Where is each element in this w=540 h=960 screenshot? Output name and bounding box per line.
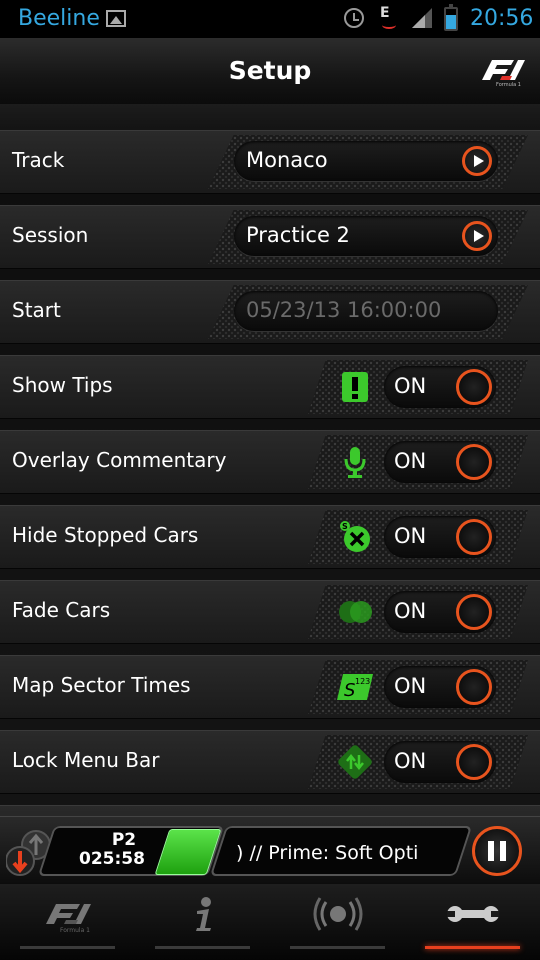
alarm-icon <box>344 8 364 28</box>
map-sector-times-knob[interactable] <box>456 669 492 705</box>
overlay-commentary-row[interactable]: Overlay Commentary ON <box>0 430 540 494</box>
fade-cars-row[interactable]: Fade Cars ON <box>0 580 540 644</box>
race-bar: P2 025:58 ) // Prime: Soft Opti <box>0 816 540 885</box>
tab-broadcast-underline <box>290 946 385 949</box>
svg-text:S: S <box>344 680 355 701</box>
carrier-name: Beeline <box>18 6 100 31</box>
exclamation-icon <box>342 372 368 402</box>
track-label: Track <box>12 148 65 172</box>
svg-text:S: S <box>342 522 348 531</box>
wrench-icon <box>447 906 499 922</box>
status-bar: Beeline E 20:56 <box>0 0 540 38</box>
tab-info[interactable] <box>135 884 270 960</box>
overlay-commentary-toggle[interactable]: ON <box>384 441 496 483</box>
tab-setup[interactable] <box>405 884 540 960</box>
fade-cars-label: Fade Cars <box>12 598 111 622</box>
page-title: Setup <box>228 56 312 85</box>
svg-text:123: 123 <box>355 677 370 686</box>
overlay-commentary-state: ON <box>394 449 427 473</box>
lock-menu-bar-row[interactable]: Lock Menu Bar ON <box>0 730 540 794</box>
microphone-icon <box>344 447 366 478</box>
svg-text:Formula 1: Formula 1 <box>496 82 521 88</box>
map-sector-times-row[interactable]: Map Sector Times S 123 ON <box>0 655 540 719</box>
ticker-text: ) // Prime: Soft Opti <box>236 842 419 864</box>
show-tips-row[interactable]: Show Tips ON <box>0 355 540 419</box>
overlay-commentary-label: Overlay Commentary <box>12 448 227 472</box>
session-row[interactable]: Session Practice 2 <box>0 205 540 269</box>
map-sector-times-state: ON <box>394 674 427 698</box>
tab-f1-underline <box>20 946 115 949</box>
tab-f1[interactable]: Formula 1 <box>0 884 135 960</box>
show-tips-label: Show Tips <box>12 373 113 397</box>
clock: 20:56 <box>470 6 534 31</box>
track-next-button[interactable] <box>462 146 492 176</box>
broadcast-icon <box>313 897 363 931</box>
lock-menu-bar-toggle[interactable]: ON <box>384 741 496 783</box>
start-value: 05/23/13 16:00:00 <box>246 298 442 322</box>
tab-setup-underline <box>425 946 520 949</box>
lock-menu-bar-knob[interactable] <box>456 744 492 780</box>
fade-cars-state: ON <box>394 599 427 623</box>
track-value: Monaco <box>246 148 328 172</box>
lock-menu-bar-label: Lock Menu Bar <box>12 748 160 772</box>
svg-text:Formula 1: Formula 1 <box>60 927 90 934</box>
race-position: P2 <box>111 830 137 850</box>
tab-info-underline <box>155 946 250 949</box>
fade-cars-toggle[interactable]: ON <box>384 591 496 633</box>
hide-stopped-cars-state: ON <box>394 524 427 548</box>
pause-button[interactable] <box>472 826 522 876</box>
battery-icon <box>444 4 458 31</box>
session-label: Session <box>12 223 89 247</box>
hide-stopped-cars-toggle[interactable]: ON <box>384 516 496 558</box>
lock-menu-icon <box>338 745 372 779</box>
start-label: Start <box>12 298 61 322</box>
show-tips-state: ON <box>394 374 427 398</box>
session-value: Practice 2 <box>246 223 350 247</box>
fade-cars-knob[interactable] <box>456 594 492 630</box>
f1-logo-icon: Formula 1 <box>46 904 91 934</box>
race-time: 025:58 <box>79 849 145 869</box>
info-icon <box>196 897 211 931</box>
start-row: Start 05/23/13 16:00:00 <box>0 280 540 344</box>
start-field: 05/23/13 16:00:00 <box>234 291 498 331</box>
lock-menu-bar-state: ON <box>394 749 427 773</box>
show-tips-knob[interactable] <box>456 369 492 405</box>
f1-logo: Formula 1 <box>482 60 525 88</box>
map-sector-times-toggle[interactable]: ON <box>384 666 496 708</box>
signal-icon <box>412 8 432 28</box>
session-selector[interactable]: Practice 2 <box>234 216 498 256</box>
next-row-partial <box>0 805 540 816</box>
tab-broadcast[interactable] <box>270 884 405 960</box>
sector-times-icon: S 123 <box>337 674 373 701</box>
stopped-car-icon: S <box>340 521 370 552</box>
settings-list[interactable]: Track Monaco Session Practice 2 Start 05… <box>0 104 540 816</box>
app-notification-icon: E <box>380 5 396 29</box>
show-tips-toggle[interactable]: ON <box>384 366 496 408</box>
map-sector-times-label: Map Sector Times <box>12 673 191 697</box>
fade-cars-icon <box>339 601 372 623</box>
tab-bar: Formula 1 <box>0 884 540 960</box>
overlay-commentary-knob[interactable] <box>456 444 492 480</box>
hide-stopped-cars-label: Hide Stopped Cars <box>12 523 199 547</box>
track-row[interactable]: Track Monaco <box>0 130 540 194</box>
header: Setup Formula 1 <box>0 38 540 105</box>
hide-stopped-cars-row[interactable]: Hide Stopped Cars S ON <box>0 505 540 569</box>
track-selector[interactable]: Monaco <box>234 141 498 181</box>
hide-stopped-cars-knob[interactable] <box>456 519 492 555</box>
session-next-button[interactable] <box>462 221 492 251</box>
image-notification-icon <box>106 10 126 27</box>
